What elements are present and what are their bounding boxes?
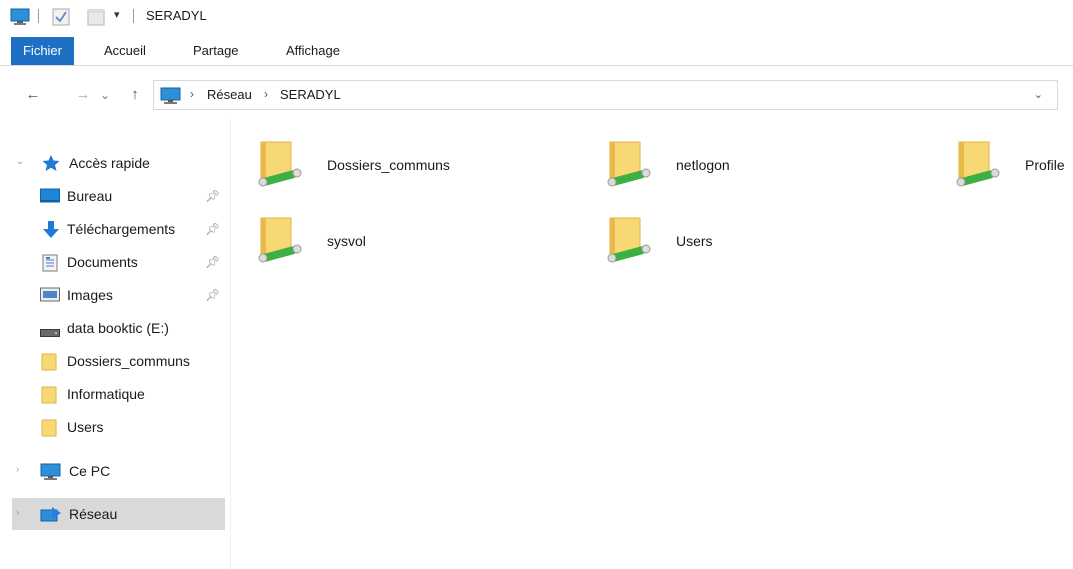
- up-icon[interactable]: ↑: [125, 84, 145, 106]
- share-profile[interactable]: Profile: [929, 126, 1073, 190]
- expand-chevron-icon[interactable]: ›: [16, 464, 19, 475]
- address-history-dropdown-icon[interactable]: ⌄: [1034, 88, 1043, 101]
- sidebar-item-label: Accès rapide: [69, 155, 150, 171]
- customize-dropdown-icon[interactable]: ▾: [114, 8, 120, 21]
- star-icon: [42, 155, 60, 171]
- computer-icon: [40, 463, 61, 480]
- share-dossiers-communs[interactable]: Dossiers_communs: [231, 126, 561, 190]
- sidebar-item-images[interactable]: Images 📌︎: [12, 280, 225, 310]
- sidebar-item-data-booktic[interactable]: data booktic (E:): [12, 313, 225, 343]
- new-folder-icon[interactable]: [87, 8, 105, 29]
- documents-icon: [42, 254, 60, 272]
- share-label: Profile: [1025, 157, 1065, 173]
- folder-icon: [41, 353, 59, 371]
- ribbon-tabs: Fichier Accueil Partage Affichage: [0, 37, 1073, 66]
- pin-icon: 📌︎: [205, 288, 221, 302]
- recent-locations-icon[interactable]: ⌄: [97, 84, 113, 106]
- share-label: sysvol: [327, 233, 366, 249]
- download-icon: [42, 221, 60, 238]
- sidebar-item-reseau[interactable]: › Réseau: [12, 498, 225, 530]
- navigation-bar: ← → ⌄ ↑ › Réseau › SERADYL ⌄: [0, 76, 1073, 116]
- share-netlogon[interactable]: netlogon: [580, 126, 910, 190]
- network-folder-icon: [951, 140, 1003, 192]
- window-title: SERADYL: [146, 8, 207, 23]
- pin-icon: 📌︎: [205, 189, 221, 203]
- properties-check-icon[interactable]: [52, 8, 70, 29]
- sidebar-item-label: Users: [67, 419, 104, 435]
- share-label: Users: [676, 233, 713, 249]
- sidebar-item-label: data booktic (E:): [67, 320, 169, 336]
- address-bar[interactable]: › Réseau › SERADYL ⌄: [153, 80, 1058, 110]
- sidebar-item-label: Téléchargements: [67, 221, 176, 237]
- network-folder-icon: [602, 140, 654, 192]
- drive-icon: [40, 325, 60, 341]
- breadcrumb-seradyl[interactable]: SERADYL: [280, 87, 341, 102]
- share-label: netlogon: [676, 157, 730, 173]
- sidebar-item-label: Informatique: [67, 386, 145, 402]
- share-users[interactable]: Users: [580, 202, 910, 266]
- sidebar-item-documents[interactable]: Documents 📌︎: [12, 247, 225, 277]
- sidebar-item-informatique[interactable]: Informatique: [12, 379, 225, 409]
- sidebar-item-label: Bureau: [67, 188, 113, 204]
- network-location-icon: [160, 87, 182, 108]
- navigation-pane: ⌄ Accès rapide Bureau 📌︎ Téléchargements…: [0, 140, 230, 569]
- desktop-icon: [40, 188, 60, 204]
- folder-icon: [41, 419, 59, 437]
- sidebar-item-label: Ce PC: [69, 463, 111, 479]
- toolbar-separator: [133, 9, 134, 23]
- sidebar-item-label: Documents: [67, 254, 138, 270]
- network-icon: [40, 506, 61, 522]
- computer-icon[interactable]: [10, 8, 30, 29]
- pin-icon: 📌︎: [205, 255, 221, 269]
- share-label: Dossiers_communs: [327, 157, 450, 173]
- sidebar-item-label: Images: [67, 287, 113, 303]
- collapse-chevron-icon[interactable]: ⌄: [16, 156, 24, 167]
- images-icon: [40, 287, 60, 303]
- toolbar-separator: [38, 9, 39, 23]
- expand-chevron-icon[interactable]: ›: [16, 507, 19, 518]
- share-sysvol[interactable]: sysvol: [231, 202, 561, 266]
- sidebar-item-bureau[interactable]: Bureau 📌︎: [12, 181, 225, 211]
- tab-accueil[interactable]: Accueil: [104, 37, 146, 65]
- sidebar-item-label: Réseau: [69, 506, 118, 522]
- forward-icon[interactable]: →: [72, 84, 94, 106]
- sidebar-item-users[interactable]: Users: [12, 412, 225, 442]
- sidebar-item-label: Dossiers_communs: [67, 353, 190, 369]
- folder-icon: [41, 386, 59, 404]
- title-bar: ▾ SERADYL: [0, 0, 1073, 34]
- breadcrumb-reseau[interactable]: Réseau: [207, 87, 252, 102]
- sidebar-item-dossiers-communs[interactable]: Dossiers_communs: [12, 346, 225, 376]
- network-folder-icon: [602, 216, 654, 268]
- sidebar-item-telechargements[interactable]: Téléchargements 📌︎: [12, 214, 225, 244]
- file-view: Dossiers_communs netlogon Profile sysvol…: [231, 118, 1073, 569]
- sidebar-item-ce-pc[interactable]: › Ce PC: [12, 456, 225, 486]
- network-folder-icon: [253, 216, 305, 268]
- breadcrumb-separator: ›: [190, 87, 194, 101]
- back-icon[interactable]: ←: [22, 84, 44, 106]
- sidebar-item-acces-rapide[interactable]: ⌄ Accès rapide: [12, 148, 225, 178]
- tab-affichage[interactable]: Affichage: [286, 37, 340, 65]
- pin-icon: 📌︎: [205, 222, 221, 236]
- breadcrumb-separator: ›: [264, 87, 268, 101]
- network-folder-icon: [253, 140, 305, 192]
- tab-fichier[interactable]: Fichier: [11, 37, 74, 65]
- tab-partage[interactable]: Partage: [193, 37, 239, 65]
